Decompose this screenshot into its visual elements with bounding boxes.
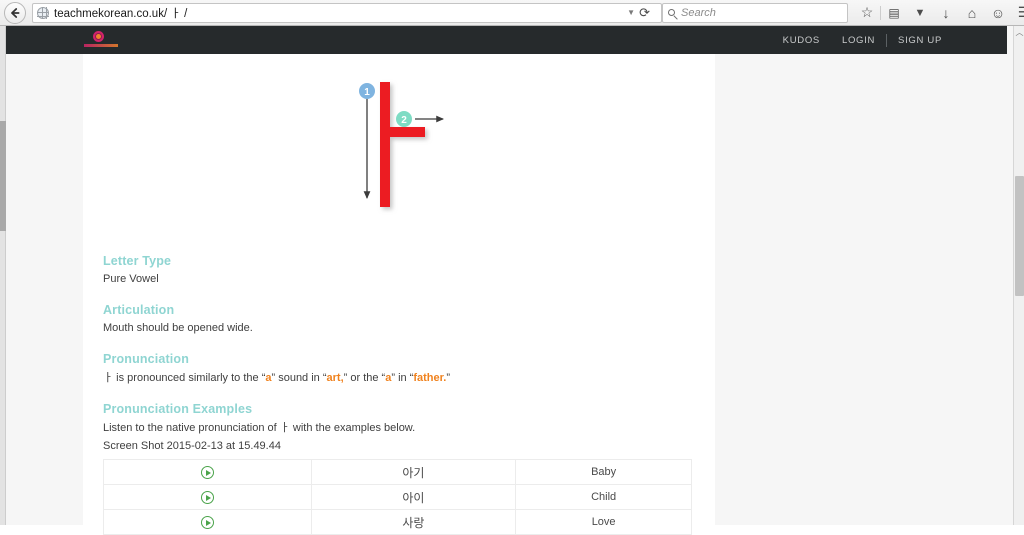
nav-item-signup[interactable]: SIGN UP	[887, 35, 953, 46]
url-text: teachmekorean.co.uk/ ㅏ /	[54, 7, 188, 20]
broken-image-alt-text: Screen Shot 2015-02-13 at 15.49.44	[103, 439, 281, 452]
bookmark-star-icon[interactable]: ☆	[854, 1, 880, 25]
site-header: KUDOS LOGIN SIGN UP	[6, 26, 1007, 54]
table-row: 아기 Baby	[103, 459, 692, 485]
audio-cell[interactable]	[103, 484, 312, 510]
library-icon[interactable]: ▤	[881, 1, 907, 25]
english-cell: Baby	[515, 459, 692, 485]
left-scrollbar-thumb[interactable]	[0, 121, 6, 231]
logo-wordmark	[84, 44, 118, 47]
search-input-placeholder[interactable]: Search	[681, 7, 716, 19]
audio-cell[interactable]	[103, 509, 312, 535]
play-audio-icon[interactable]	[200, 515, 214, 529]
section-text: Pure Vowel	[103, 273, 159, 285]
section-articulation: Articulation Mouth should be opened wide…	[103, 303, 703, 337]
home-icon[interactable]: ⌂	[959, 1, 985, 25]
search-bar[interactable]: Search	[662, 2, 848, 23]
section-pronunciation-examples: Pronunciation Examples Listen to the nat…	[103, 402, 703, 455]
table-row: 사랑 Love	[103, 509, 692, 535]
browser-toolbar-icons: ☆ ▤ ▼ ↓ ⌂ ☺ ☰	[854, 1, 1024, 25]
highlight-art: art,	[326, 371, 344, 384]
article-body: Letter Type Pure Vowel Articulation Mout…	[103, 254, 703, 455]
text-fragment: ” sound in “	[271, 371, 327, 384]
teachmekorean-logo[interactable]	[84, 30, 118, 50]
text-fragment: is pronounced similarly to the “	[113, 371, 266, 384]
english-cell: Child	[515, 484, 692, 510]
jamo-letter: ㅏ	[279, 420, 290, 434]
back-button[interactable]	[4, 1, 26, 24]
examples-intro: Listen to the native pronunciation of ㅏ …	[103, 420, 703, 437]
audio-cell[interactable]	[103, 459, 312, 485]
logo-ring-icon	[93, 31, 104, 42]
page-scrollbar[interactable]: ︿	[1013, 26, 1024, 525]
section-heading: Articulation	[103, 302, 175, 317]
section-letter-type: Letter Type Pure Vowel	[103, 254, 703, 288]
chevron-down-icon[interactable]: ▼	[627, 8, 635, 17]
play-audio-icon[interactable]	[200, 465, 214, 479]
globe-icon	[37, 6, 49, 19]
url-bar[interactable]: teachmekorean.co.uk/ ㅏ / ▼ ⟳	[32, 2, 662, 23]
korean-cell: 사랑	[310, 509, 517, 535]
text-fragment: ”	[446, 371, 451, 384]
highlight-father: father.	[413, 371, 447, 384]
scroll-up-arrow-icon[interactable]: ︿	[1014, 26, 1024, 39]
play-audio-icon[interactable]	[200, 490, 214, 504]
korean-cell: 아이	[310, 484, 517, 510]
site-nav: KUDOS LOGIN SIGN UP	[772, 33, 953, 47]
section-heading: Pronunciation	[103, 351, 189, 366]
browser-toolbar: teachmekorean.co.uk/ ㅏ / ▼ ⟳ Search ☆ ▤ …	[0, 0, 1024, 26]
text-fragment: ” or the “	[343, 371, 386, 384]
letter-glyph	[380, 82, 425, 207]
menu-hamburger-icon[interactable]: ☰	[1011, 1, 1024, 25]
text-fragment: with the examples below.	[289, 421, 416, 434]
nav-item-login[interactable]: LOGIN	[831, 35, 886, 46]
downloads-icon[interactable]: ↓	[933, 1, 959, 25]
english-cell: Love	[515, 509, 692, 535]
feedback-smiley-icon[interactable]: ☺	[985, 1, 1011, 25]
text-fragment: Listen to the native pronunciation of	[103, 421, 280, 434]
jamo-letter: ㅏ	[103, 370, 114, 384]
left-scrollbar-strip[interactable]	[0, 26, 6, 525]
content-panel: 1 2 Letter Type Pure Vowel Articulation …	[83, 54, 715, 535]
pronunciation-text: ㅏ is pronounced similarly to the “a” sou…	[103, 370, 703, 387]
scrollbar-thumb[interactable]	[1015, 176, 1024, 296]
section-heading: Pronunciation Examples	[103, 401, 253, 416]
pronunciation-examples-table: 아기 Baby 아이 Child 사랑 Love	[103, 459, 692, 535]
section-pronunciation: Pronunciation ㅏ is pronounced similarly …	[103, 352, 703, 387]
section-text: Mouth should be opened wide.	[103, 321, 253, 334]
reload-icon[interactable]: ⟳	[639, 5, 650, 21]
pocket-icon[interactable]: ▼	[907, 1, 933, 25]
search-icon	[668, 9, 675, 16]
table-row: 아이 Child	[103, 484, 692, 510]
text-fragment: ” in “	[391, 371, 414, 384]
section-heading: Letter Type	[103, 254, 172, 268]
korean-cell: 아기	[310, 459, 517, 485]
svg-text:2: 2	[401, 115, 407, 126]
svg-text:1: 1	[364, 87, 370, 98]
stroke-order-diagram: 1 2	[83, 54, 715, 244]
nav-item-kudos[interactable]: KUDOS	[772, 35, 831, 46]
